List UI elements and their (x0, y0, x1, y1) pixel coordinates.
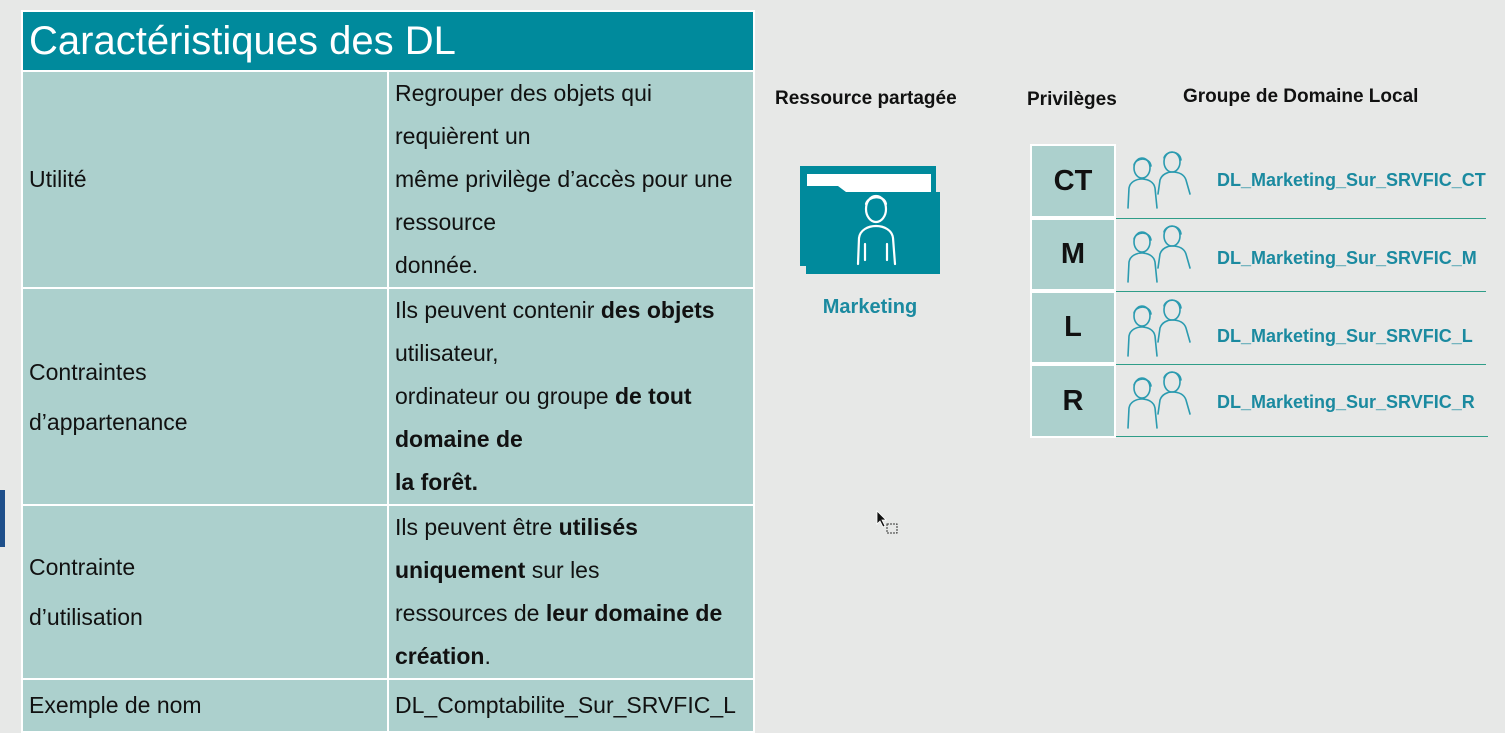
value-line: ressources de leur domaine de création. (395, 592, 747, 678)
label-line: Contrainte (29, 554, 136, 580)
group-name-m: DL_Marketing_Sur_SRVFIC_M (1217, 248, 1477, 268)
value-line: la forêt. (395, 461, 747, 504)
privilege-l: L (1030, 291, 1116, 364)
privileges-column-title: Privilèges (1027, 89, 1117, 110)
row-value-contraintes-appartenance: Ils peuvent contenir des objets utilisat… (387, 287, 755, 506)
text-fragment: ressources de (395, 600, 546, 626)
group-name-r: DL_Marketing_Sur_SRVFIC_R (1217, 392, 1475, 412)
table-row: Utilité Regrouper des objets qui requièr… (21, 70, 755, 289)
table-row: Contrainte d’utilisation Ils peuvent êtr… (21, 504, 755, 680)
bold-fragment: la forêt. (395, 469, 479, 495)
label-line: d’appartenance (29, 408, 188, 435)
text-fragment: utilisateur, (395, 340, 499, 366)
resource-name: Marketing (822, 296, 918, 318)
left-edge-bar (0, 490, 5, 547)
groups-column-title: Groupe de Domaine Local (1183, 86, 1419, 107)
value-line: Regrouper des objets qui requièrent un (395, 80, 652, 149)
value-line: Ils peuvent être utilisés uniquement sur… (395, 506, 747, 592)
value-line: même privilège d’accès pour une ressourc… (395, 166, 733, 235)
row-value-contrainte-utilisation: Ils peuvent être utilisés uniquement sur… (387, 504, 755, 680)
row-label-utilite: Utilité (21, 70, 389, 289)
value-line: donnée. (395, 252, 479, 278)
row-divider (1116, 436, 1488, 437)
row-label-contraintes-appartenance: Contraintes d’appartenance (21, 287, 389, 506)
table-row: Contraintes d’appartenance Ils peuvent c… (21, 287, 755, 506)
user-group-icon (1127, 151, 1191, 209)
group-name-ct: DL_Marketing_Sur_SRVFIC_CT (1217, 170, 1486, 190)
resource-column-title: Ressource partagée (775, 88, 957, 109)
row-label-contrainte-utilisation: Contrainte d’utilisation (21, 504, 389, 680)
row-divider (1116, 364, 1486, 365)
user-group-icon (1127, 299, 1191, 357)
row-label-exemple-nom: Exemple de nom (21, 678, 389, 733)
user-group-icon (1127, 225, 1191, 283)
row-divider (1116, 291, 1486, 292)
table-row: Exemple de nom DL_Comptabilite_Sur_SRVFI… (21, 678, 755, 733)
label-line: d’utilisation (29, 604, 143, 630)
group-name-l: DL_Marketing_Sur_SRVFIC_L (1217, 326, 1473, 346)
row-value-utilite: Regrouper des objets qui requièrent un m… (387, 70, 755, 289)
text-fragment: ordinateur ou groupe (395, 383, 615, 409)
table-header-row: Caractéristiques des DL (21, 10, 755, 72)
privilege-r: R (1030, 364, 1116, 438)
user-group-icon (1127, 371, 1191, 429)
privilege-m: M (1030, 218, 1116, 291)
text-fragment: Ils peuvent être (395, 514, 559, 540)
text-fragment: Ils peuvent contenir (395, 297, 601, 323)
bold-fragment: des objets (600, 297, 715, 323)
privilege-ct: CT (1030, 144, 1116, 218)
row-value-exemple-nom: DL_Comptabilite_Sur_SRVFIC_L (387, 678, 755, 733)
label-line: Contraintes (29, 358, 147, 385)
text-fragment: sur les (525, 557, 600, 583)
table-title: Caractéristiques des DL (21, 10, 755, 72)
text-fragment: . (484, 643, 491, 669)
value-line: Ils peuvent contenir des objets utilisat… (395, 289, 747, 375)
dl-characteristics-table: Caractéristiques des DL Utilité Regroupe… (21, 10, 755, 733)
shared-folder-user-icon (798, 164, 942, 276)
row-divider (1116, 218, 1486, 219)
mouse-cursor-icon (876, 510, 898, 534)
value-line: ordinateur ou groupe de tout domaine de (395, 375, 747, 461)
